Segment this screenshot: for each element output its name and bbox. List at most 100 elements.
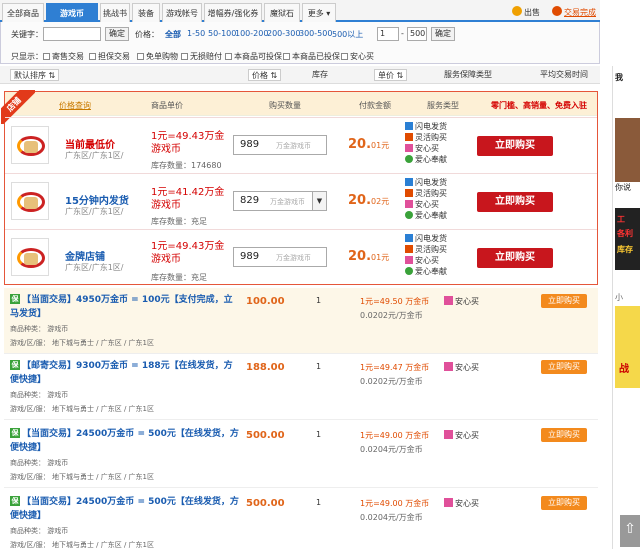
- flash-icon: [405, 178, 413, 186]
- price-dec: 02: [371, 197, 382, 206]
- col-unit-price: 商品单价: [151, 101, 183, 110]
- sort-price-label: 价格: [252, 71, 268, 80]
- listing-title-text: 【邮寄交易】9300万金币 = 188元【在线发货，方便快捷】: [10, 361, 233, 385]
- tab-challenge[interactable]: 挑战书: [100, 3, 130, 22]
- safe-icon: [405, 256, 413, 264]
- side-ad-pikachu-image[interactable]: 战: [615, 306, 640, 388]
- keyword-confirm-button[interactable]: 确定: [105, 27, 129, 41]
- tab-enhance[interactable]: 增幅券/强化券: [204, 3, 262, 22]
- trade-done-link[interactable]: 交易完成: [564, 7, 596, 18]
- buy-now-button[interactable]: 立即购买: [477, 192, 553, 212]
- sort-price-button[interactable]: 价格 ⇅: [248, 69, 282, 81]
- price-confirm-button[interactable]: 确定: [431, 27, 455, 41]
- price-100-200-link[interactable]: 100-200: [235, 29, 268, 38]
- checkbox-insured[interactable]: 本商品已投保: [283, 51, 340, 62]
- sort-service: 服务保障类型: [444, 70, 492, 79]
- buy-now-button[interactable]: 立即购买: [477, 248, 553, 268]
- checkbox-guarantee[interactable]: 担保交易: [89, 51, 130, 62]
- quantity-select[interactable]: 829 万金游戏币 ▼: [233, 191, 327, 211]
- sort-unit-button[interactable]: 单价 ⇅: [374, 69, 408, 81]
- price-500plus-link[interactable]: 500以上: [332, 29, 363, 40]
- filter-panel: 关键字： 确定 价格： 全部 1-50 50-100 100-200 200-3…: [0, 22, 600, 64]
- listing-kind: 商品种类： 游戏币: [10, 459, 69, 467]
- side-ad-image[interactable]: [615, 118, 640, 182]
- listing-title[interactable]: 保【当面交易】24500万金币 = 500元【在线发货，方便快捷】: [10, 427, 240, 455]
- guarantee-icon: 保: [10, 428, 20, 438]
- sort-arrow-icon: ⇅: [48, 71, 56, 80]
- buy-now-button[interactable]: 立即购买: [541, 294, 587, 308]
- service-charity: 爱心奉献: [405, 266, 447, 277]
- tab-account[interactable]: 游戏帐号: [162, 3, 202, 22]
- featured-header: 价格查询 商品单价 购买数量 付款金额 服务类型 零门槛、高销量、免费入驻: [5, 92, 597, 116]
- listing-row: 保【邮寄交易】9300万金币 = 188元【在线发货，方便快捷】 商品种类： 游…: [4, 354, 598, 420]
- price-min-input[interactable]: 1: [377, 27, 399, 41]
- shop-name[interactable]: 金牌店铺: [65, 248, 105, 263]
- listing-title[interactable]: 保【邮寄交易】9300万金币 = 188元【在线发货，方便快捷】: [10, 359, 240, 387]
- shop-name[interactable]: 15分钟内发货: [65, 192, 129, 207]
- listing-kind: 商品种类： 游戏币: [10, 391, 69, 399]
- quantity-input[interactable]: 989 万金游戏币: [233, 247, 327, 267]
- checkbox-insurable[interactable]: 本商品可投保: [225, 51, 282, 62]
- keyword-input[interactable]: [43, 27, 101, 41]
- service-label: 闪电发货: [415, 178, 447, 187]
- price-unit: 元: [381, 253, 390, 262]
- chevron-down-icon[interactable]: ▼: [312, 192, 326, 210]
- service-label: 安心买: [415, 144, 439, 153]
- col-pay: 付款金额: [359, 101, 391, 110]
- buy-now-button[interactable]: 立即购买: [541, 428, 587, 442]
- shop-name[interactable]: 当前最低价: [65, 136, 115, 151]
- safe-label: 安心买: [455, 431, 479, 440]
- featured-row: 金牌店铺 广东区/广东1区/ 1元=49.43万金游戏币 库存数量：充足 989…: [5, 229, 597, 285]
- sell-link[interactable]: 出售: [524, 7, 540, 18]
- sort-avg-time: 平均交易时间: [540, 70, 588, 79]
- safe-icon: [444, 296, 453, 305]
- service-list: 闪电发货 灵活购买 安心买 爱心奉献: [405, 233, 447, 277]
- shop-logo: [11, 126, 49, 164]
- buy-now-button[interactable]: 立即购买: [541, 496, 587, 510]
- listing-title[interactable]: 保【当面交易】4950万金币 = 100元【支付完成，立马发货】: [10, 293, 240, 321]
- checkbox-safe-buy[interactable]: 安心买: [341, 51, 374, 62]
- qty-value: 989: [240, 139, 260, 150]
- qty-value: 989: [240, 251, 260, 262]
- safe-icon: [405, 200, 413, 208]
- back-to-top-button[interactable]: ⇧: [620, 515, 640, 547]
- checkbox-free-order[interactable]: 免单购物: [137, 51, 178, 62]
- stock-count: 库存数量：充足: [151, 217, 207, 226]
- buy-now-button[interactable]: 立即购买: [541, 360, 587, 374]
- price-1-50-link[interactable]: 1-50: [187, 29, 205, 38]
- side-ad-banner[interactable]: 工 各利 库存: [615, 208, 640, 270]
- price-max-input[interactable]: 500: [407, 27, 427, 41]
- tab-equipment[interactable]: 装备: [132, 3, 160, 22]
- safe-icon: [444, 430, 453, 439]
- price-all-link[interactable]: 全部: [165, 29, 181, 40]
- service-label: 爱心奉献: [415, 155, 447, 164]
- side-text: 工: [617, 215, 625, 224]
- tab-all[interactable]: 全部商品: [2, 3, 44, 22]
- sort-default-button[interactable]: 默认排序 ⇅: [10, 69, 60, 81]
- tab-more[interactable]: 更多 ▾: [302, 3, 336, 22]
- category-tabs: 全部商品 游戏币 挑战书 装备 游戏帐号 增幅券/强化券 魔狱石 更多 ▾ 出售…: [0, 0, 600, 22]
- buy-now-button[interactable]: 立即购买: [477, 136, 553, 156]
- pay-amount: 20.01元: [348, 137, 389, 152]
- listing-title-text: 【当面交易】24500万金币 = 500元【在线发货，方便快捷】: [10, 429, 239, 453]
- listing-title[interactable]: 保【当面交易】24500万金币 = 500元【在线发货，方便快捷】: [10, 495, 240, 523]
- listing-rate: 1元=49.00 万金币: [360, 499, 430, 508]
- tab-magic-stone[interactable]: 魔狱石: [264, 3, 300, 22]
- safe-buy-badge: 安心买: [444, 296, 479, 307]
- listing-unit-price: 0.0204元/万金币: [360, 445, 423, 454]
- checkbox-consignment[interactable]: 寄售交易: [43, 51, 84, 62]
- price-dec: 01: [371, 253, 382, 262]
- flash-icon: [405, 122, 413, 130]
- checkbox-lossless[interactable]: 无损赔付: [181, 51, 222, 62]
- price-query-link[interactable]: 价格查询: [59, 100, 91, 111]
- checkbox-label: 无损赔付: [190, 52, 222, 61]
- listing-rate: 1元=49.00 万金币: [360, 431, 430, 440]
- tab-game-currency[interactable]: 游戏币: [46, 3, 98, 22]
- service-flash: 闪电发货: [405, 177, 447, 188]
- price-50-100-link[interactable]: 50-100: [208, 29, 236, 38]
- price-200-300-link[interactable]: 200-300: [267, 29, 300, 38]
- listing-price: 188.00: [246, 362, 285, 373]
- price-300-500-link[interactable]: 300-500: [299, 29, 332, 38]
- side-text: 小: [615, 293, 623, 302]
- quantity-input[interactable]: 989 万金游戏币: [233, 135, 327, 155]
